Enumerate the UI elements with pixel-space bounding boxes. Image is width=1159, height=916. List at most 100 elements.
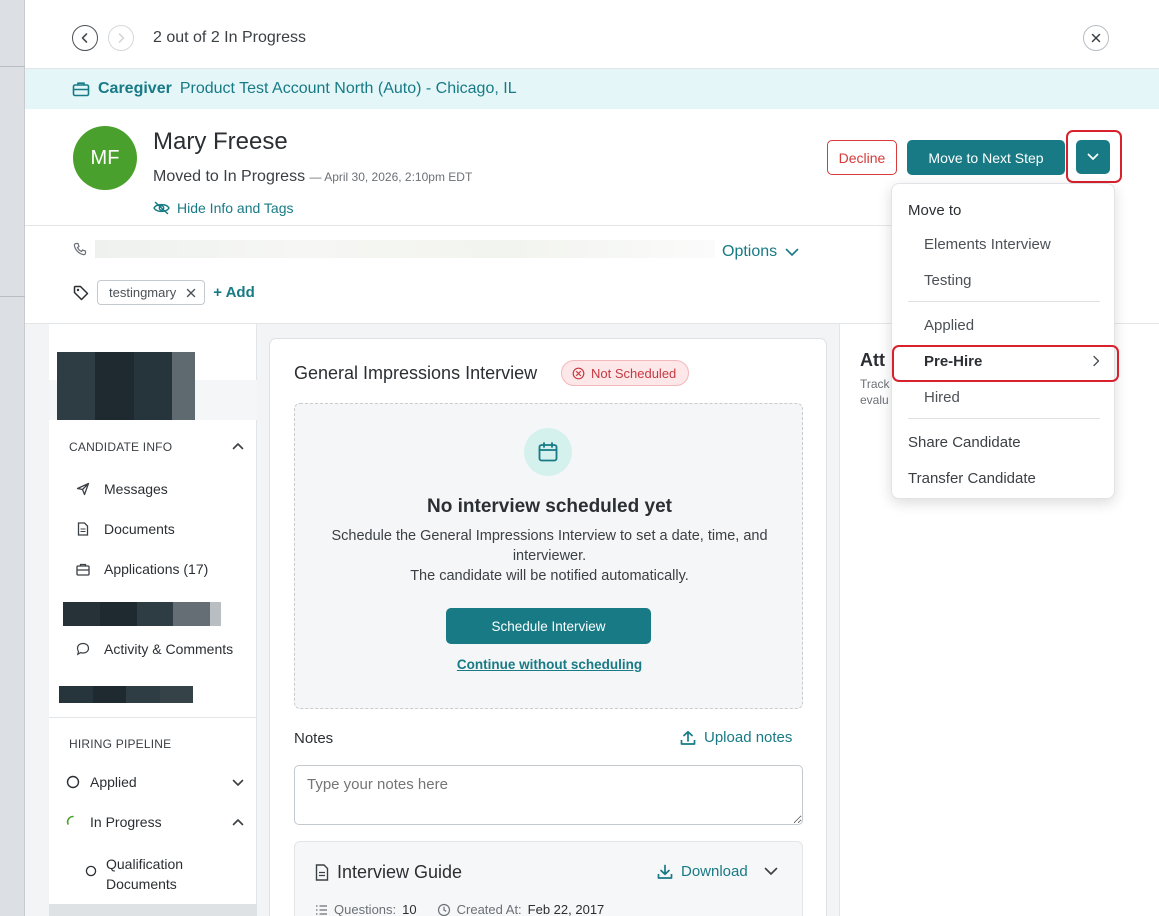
sidebar-item-applications[interactable]: Applications (17) (76, 561, 208, 577)
continue-without-scheduling-link[interactable]: Continue without scheduling (295, 657, 804, 672)
guide-title: Interview Guide (337, 862, 463, 882)
sidebar-item-label: Documents (104, 521, 175, 537)
schedule-interview-button[interactable]: Schedule Interview (446, 608, 651, 644)
guide-meta: Questions: 10 Created At: Feb 22, 2017 (315, 902, 604, 916)
empty-state: No interview scheduled yet Schedule the … (294, 403, 803, 709)
job-account[interactable]: Product Test Account North (Auto) - Chic… (180, 80, 517, 98)
header-divider (25, 225, 891, 226)
move-next-step-button[interactable]: Move to Next Step (907, 140, 1065, 175)
download-icon (657, 864, 673, 879)
notes-label: Notes (294, 730, 334, 747)
menu-item-share-candidate[interactable]: Share Candidate (908, 434, 1021, 451)
status-badge-label: Not Scheduled (591, 365, 677, 381)
interview-guide: Interview Guide Download Questions: 10 C… (294, 841, 803, 916)
redacted-block (57, 352, 195, 420)
tag-chip: testingmary (97, 280, 206, 305)
hiring-pipeline-title[interactable]: HIRING PIPELINE (69, 737, 171, 751)
right-panel-subtitle: Track evalu (860, 376, 890, 408)
pipeline-stage-in-progress[interactable]: In Progress (66, 814, 162, 830)
empty-description: Schedule the General Impressions Intervi… (315, 526, 784, 586)
chevron-left-icon (81, 33, 88, 43)
sidebar-item-messages[interactable]: Messages (76, 481, 168, 497)
sidebar-item-label: Activity & Comments (104, 641, 234, 657)
guide-header[interactable]: Interview Guide (315, 862, 462, 883)
redacted-contact-info (95, 240, 715, 258)
remove-tag-icon[interactable] (186, 288, 196, 298)
pipeline-stage-applied[interactable]: Applied (66, 774, 137, 790)
close-drawer-button[interactable] (1083, 25, 1109, 51)
redacted-block (63, 602, 222, 626)
questions-value: 10 (402, 902, 417, 916)
eye-off-icon (153, 201, 170, 215)
menu-item-testing[interactable]: Testing (924, 272, 972, 289)
briefcase-icon (72, 82, 90, 97)
status-badge: Not Scheduled (561, 360, 690, 386)
status-timestamp: — April 30, 2026, 2:10pm EDT (309, 170, 473, 184)
comment-icon (76, 642, 90, 656)
menu-divider (908, 418, 1100, 419)
contact-row (73, 240, 715, 258)
document-icon (315, 864, 329, 881)
status-text: Moved to In Progress (153, 168, 306, 185)
candidate-name: Mary Freese (153, 128, 288, 155)
upload-notes-button[interactable]: Upload notes (680, 729, 792, 746)
menu-heading: Move to (908, 202, 962, 219)
move-to-menu: Move to Elements Interview Testing Appli… (891, 183, 1115, 499)
calendar-badge (524, 428, 572, 476)
move-options-button[interactable] (1076, 140, 1110, 174)
download-label: Download (681, 863, 748, 880)
hide-info-toggle[interactable]: Hide Info and Tags (153, 200, 294, 216)
chevron-down-icon (785, 248, 799, 256)
job-banner: Caregiver Product Test Account North (Au… (25, 69, 1159, 109)
previous-candidate-button[interactable] (72, 25, 98, 51)
questions-label: Questions: (334, 902, 397, 916)
sidebar-item-activity[interactable]: Activity & Comments (76, 641, 233, 657)
chevron-right-icon (118, 33, 125, 43)
menu-item-elements-interview[interactable]: Elements Interview (924, 236, 1051, 253)
menu-divider (908, 301, 1100, 302)
chevron-down-icon[interactable] (232, 779, 244, 787)
download-button[interactable]: Download (657, 863, 778, 880)
pipeline-step-qualification[interactable]: Qualification Documents (84, 854, 196, 894)
pipeline-stage-label: Applied (90, 774, 137, 790)
sidebar-item-label: Messages (104, 481, 168, 497)
chevron-up-icon[interactable] (232, 442, 244, 450)
pipeline-step-label: Qualification Documents (106, 856, 184, 892)
upload-notes-label: Upload notes (704, 729, 793, 746)
notes-input[interactable] (294, 765, 803, 825)
job-role[interactable]: Caregiver (98, 80, 172, 98)
interview-title: General Impressions Interview (294, 363, 538, 383)
decline-button[interactable]: Decline (827, 140, 897, 175)
chevron-up-icon[interactable] (232, 818, 244, 826)
add-tag-button[interactable]: + Add (213, 284, 255, 301)
close-icon (1091, 33, 1101, 43)
menu-item-hired[interactable]: Hired (924, 389, 960, 406)
document-icon (77, 522, 89, 536)
upload-icon (680, 730, 696, 745)
next-candidate-button[interactable] (108, 25, 134, 51)
hide-info-label: Hide Info and Tags (177, 200, 294, 216)
candidate-drawer: 2 out of 2 In Progress Caregiver Product… (25, 0, 1159, 916)
candidate-count: 2 out of 2 In Progress (153, 29, 306, 46)
menu-item-transfer-candidate[interactable]: Transfer Candidate (908, 470, 1036, 487)
menu-item-pre-hire[interactable]: Pre-Hire (924, 353, 982, 370)
redacted-block (59, 686, 193, 703)
candidate-status: Moved to In Progress — April 30, 2026, 2… (153, 168, 472, 186)
created-value: Feb 22, 2017 (527, 902, 605, 916)
empty-line-2: The candidate will be notified automatic… (410, 568, 689, 584)
candidate-info-title[interactable]: CANDIDATE INFO (69, 440, 172, 454)
clock-icon (437, 903, 450, 916)
circle-outline-icon (85, 865, 97, 877)
background-page-strip (0, 0, 25, 916)
sidebar-item-label: Applications (17) (104, 561, 209, 577)
pipeline-stage-label: In Progress (90, 814, 162, 830)
candidate-avatar: MF (73, 126, 137, 190)
tags-row: testingmary + Add (73, 280, 255, 305)
empty-heading: No interview scheduled yet (427, 496, 672, 517)
menu-item-applied[interactable]: Applied (924, 317, 974, 334)
sidebar-item-documents[interactable]: Documents (76, 521, 175, 537)
options-dropdown[interactable]: Options (722, 243, 799, 261)
right-panel-sub-line-1: Track (860, 377, 890, 391)
calendar-icon (538, 442, 558, 462)
chevron-down-icon[interactable] (764, 867, 778, 876)
